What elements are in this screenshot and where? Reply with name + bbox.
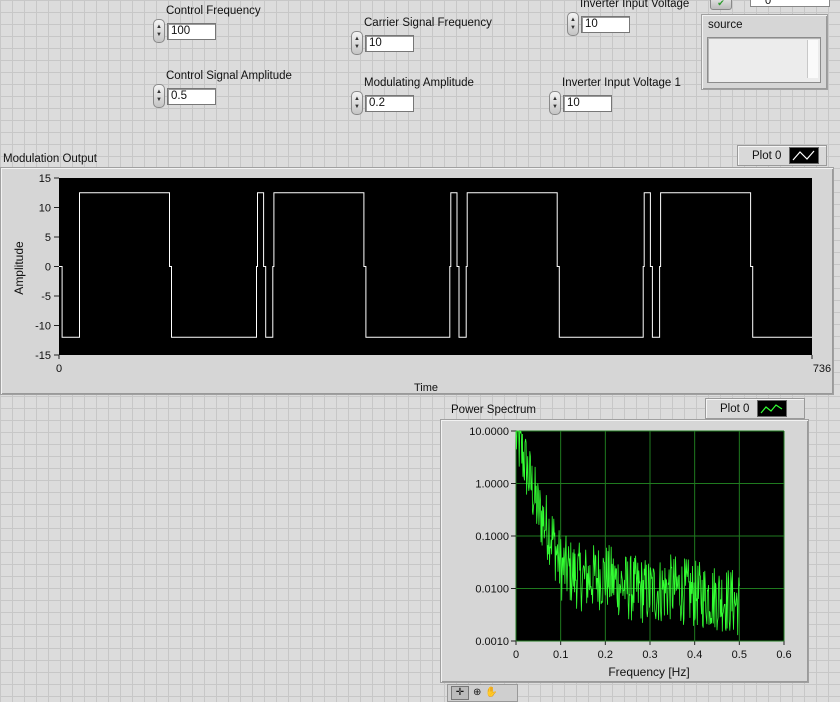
chevron-down-icon: ▼ [354, 104, 360, 110]
modulation-y-tick-label: 5 [45, 232, 51, 244]
inverter-input-voltage-1-control[interactable]: ▲ ▼ 10 [549, 91, 612, 115]
power-legend[interactable]: Plot 0 [705, 398, 805, 419]
power-y-tick-label: 0.0100 [475, 584, 509, 596]
inverter-input-voltage-control[interactable]: ▲ ▼ 10 [567, 12, 630, 36]
inverter-input-voltage-label: Inverter Input Voltage [580, 0, 690, 10]
modulating-amplitude-input[interactable]: 0.2 [365, 94, 414, 112]
inverter-input-voltage-1-label: Inverter Input Voltage 1 [562, 77, 681, 89]
line-plot-icon [757, 400, 788, 417]
power-y-tick-label: 0.0010 [475, 636, 509, 648]
power-graph-title: Power Spectrum [451, 404, 537, 416]
power-legend-label: Plot 0 [720, 402, 750, 415]
modulation-y-tick-label: 15 [39, 173, 51, 185]
chevron-up-icon: ▲ [156, 89, 162, 95]
power-y-tick-label: 10.0000 [469, 426, 509, 438]
modulating-amplitude-control[interactable]: ▲ ▼ 0.2 [351, 91, 414, 115]
power-graph-panel: Frequency [Hz] 0 0.1 0.2 0.3 0.4 0.5 0.6 10.000… [440, 419, 809, 683]
source-scrollbar[interactable] [807, 40, 818, 78]
power-x-tick-label: 0.4 [687, 649, 702, 661]
control-signal-amplitude-label: Control Signal Amplitude [166, 70, 292, 82]
carrier-signal-frequency-label: Carrier Signal Frequency [364, 17, 492, 29]
power-y-tick-label: 1.0000 [475, 479, 509, 491]
top-right-numeric[interactable]: 0 [750, 0, 830, 7]
source-panel: source [701, 14, 828, 90]
modulating-amplitude-spinner[interactable]: ▲ ▼ [351, 91, 363, 115]
modulation-y-tick-label: 10 [39, 203, 51, 215]
modulation-x-tick-label: 0 [56, 363, 62, 375]
modulation-graph-panel: Time Amplitude 15 10 5 0 -5 -10 -15 0 736 [0, 167, 834, 395]
chevron-down-icon: ▼ [570, 25, 576, 31]
inverter-input-voltage-1-spinner[interactable]: ▲ ▼ [549, 91, 561, 115]
control-frequency-control[interactable]: ▲ ▼ 100 [153, 19, 216, 43]
modulation-legend-label: Plot 0 [752, 149, 782, 162]
pan-hand-icon[interactable]: ✋ [485, 687, 497, 699]
zoom-icon[interactable]: ⊕ [473, 687, 481, 699]
power-graph[interactable]: Frequency [Hz] 0 0.1 0.2 0.3 0.4 0.5 0.6 10.000… [441, 420, 808, 682]
power-x-axis-label: Frequency [Hz] [608, 665, 689, 679]
chevron-up-icon: ▲ [552, 96, 558, 102]
graph-palette[interactable]: ✛ ⊕ ✋ [447, 684, 518, 702]
power-y-tick-label: 0.1000 [475, 531, 509, 543]
modulation-legend[interactable]: Plot 0 [737, 145, 827, 166]
modulation-x-axis-label: Time [414, 382, 438, 394]
modulation-graph[interactable]: Time Amplitude 15 10 5 0 -5 -10 -15 0 736 [1, 168, 833, 394]
power-x-tick-label: 0 [513, 649, 519, 661]
power-x-tick-label: 0.3 [642, 649, 657, 661]
inverter-input-voltage-input[interactable]: 10 [581, 15, 630, 33]
modulation-y-tick-label: -15 [35, 350, 51, 362]
carrier-signal-frequency-control[interactable]: ▲ ▼ 10 [351, 31, 414, 55]
modulation-graph-title: Modulation Output [3, 153, 97, 165]
control-frequency-input[interactable]: 100 [167, 22, 216, 40]
power-x-tick-label: 0.6 [776, 649, 791, 661]
power-x-tick-label: 0.1 [553, 649, 568, 661]
carrier-signal-frequency-input[interactable]: 10 [365, 34, 414, 52]
chevron-down-icon: ▼ [156, 97, 162, 103]
control-frequency-spinner[interactable]: ▲ ▼ [153, 19, 165, 43]
carrier-signal-frequency-spinner[interactable]: ▲ ▼ [351, 31, 363, 55]
chevron-up-icon: ▲ [156, 24, 162, 30]
modulation-y-axis-label: Amplitude [12, 241, 26, 295]
source-label: source [708, 19, 743, 31]
power-x-tick-label: 0.2 [598, 649, 613, 661]
chevron-down-icon: ▼ [552, 104, 558, 110]
chevron-up-icon: ▲ [354, 36, 360, 42]
source-listbox[interactable] [707, 37, 821, 83]
cursor-move-icon[interactable]: ✛ [451, 686, 469, 700]
control-signal-amplitude-spinner[interactable]: ▲ ▼ [153, 84, 165, 108]
chevron-down-icon: ▼ [354, 44, 360, 50]
modulation-y-tick-label: 0 [45, 262, 51, 274]
check-icon: ✔ [717, 0, 725, 8]
modulating-amplitude-label: Modulating Amplitude [364, 77, 474, 89]
chevron-up-icon: ▲ [354, 96, 360, 102]
modulation-y-tick-label: -10 [35, 321, 51, 333]
line-plot-icon [789, 147, 820, 164]
chevron-up-icon: ▲ [570, 17, 576, 23]
power-x-tick-label: 0.5 [732, 649, 747, 661]
control-signal-amplitude-input[interactable]: 0.5 [167, 87, 216, 105]
inverter-input-voltage-spinner[interactable]: ▲ ▼ [567, 12, 579, 36]
inverter-input-voltage-1-input[interactable]: 10 [563, 94, 612, 112]
modulation-y-tick-label: -5 [41, 291, 51, 303]
modulation-x-tick-label: 736 [813, 363, 831, 375]
chevron-down-icon: ▼ [156, 32, 162, 38]
control-frequency-label: Control Frequency [166, 5, 261, 17]
control-signal-amplitude-control[interactable]: ▲ ▼ 0.5 [153, 84, 216, 108]
ok-button[interactable]: ✔ [710, 0, 732, 10]
